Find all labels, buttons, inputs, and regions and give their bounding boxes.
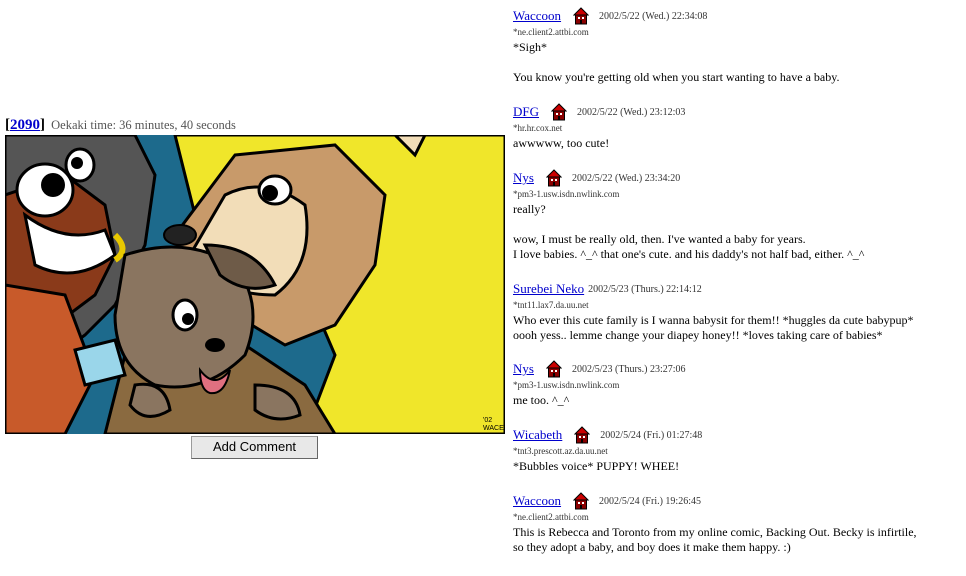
comment-host: *ne.client2.attbi.com	[513, 27, 589, 37]
comment-host: *pm3-1.usw.isdn.nwlink.com	[513, 189, 620, 199]
comment-line: *Bubbles voice* PUPPY! WHEE!	[513, 459, 680, 473]
comment-author-link[interactable]: DFG	[513, 104, 539, 120]
home-icon[interactable]	[545, 360, 562, 378]
comment: Surebei Neko 2002/5/23 (Thurs.) 22:14:12…	[513, 279, 963, 343]
comment-body: Who ever this cute family is I wanna bab…	[513, 313, 963, 343]
comment-host: *hr.hr.cox.net	[513, 123, 563, 133]
comment-author-link[interactable]: Surebei Neko	[513, 281, 584, 297]
comment-date: 2002/5/24 (Fri.) 01:27:48	[600, 429, 703, 441]
post-header: [2090] Oekaki time: 36 minutes, 40 secon…	[5, 117, 236, 134]
home-icon[interactable]	[573, 492, 590, 510]
comment-date: 2002/5/22 (Wed.) 22:34:08	[599, 10, 708, 22]
comment-body: awwwww, too cute!	[513, 136, 963, 151]
comment-author-link[interactable]: Waccoon	[513, 8, 561, 24]
comment-line: really?	[513, 202, 546, 216]
comment-date: 2002/5/24 (Fri.) 19:26:45	[599, 495, 701, 507]
comment-author-link[interactable]: Wicabeth	[513, 427, 562, 443]
comment-line: Who ever this cute family is I wanna bab…	[513, 313, 914, 327]
home-icon[interactable]	[545, 169, 562, 187]
comment-host: *tnt11.lax7.da.uu.net	[513, 300, 589, 310]
comment-line: wow, I must be really old, then. I've wa…	[513, 232, 806, 246]
comment: Nys 2002/5/23 (Thurs.) 23:27:06 *pm3-1.u…	[513, 359, 963, 408]
add-comment-button[interactable]: Add Comment	[191, 436, 318, 459]
comment-date: 2002/5/23 (Thurs.) 23:27:06	[571, 363, 686, 375]
comment: Waccoon 2002/5/22 (Wed.) 22:34:08 *ne.cl…	[513, 6, 963, 85]
comment: Wicabeth 2002/5/24 (Fri.) 01:27:48 *tnt3…	[513, 425, 963, 474]
comment-line: oooh yess.. lemme change your diapey hon…	[513, 328, 883, 342]
comment-line: You know you're getting old when you sta…	[513, 70, 840, 84]
comment-line: This is Rebecca and Toronto from my onli…	[513, 525, 917, 539]
oekaki-time: Oekaki time: 36 minutes, 40 seconds	[51, 118, 236, 132]
comment-body: *Sigh* You know you're getting old when …	[513, 40, 963, 85]
comment-date: 2002/5/23 (Thurs.) 22:14:12	[588, 283, 702, 295]
comment-line: *Sigh*	[513, 40, 548, 54]
home-icon[interactable]	[573, 7, 590, 25]
comment: Waccoon 2002/5/24 (Fri.) 19:26:45 *ne.cl…	[513, 491, 963, 555]
post-id-link[interactable]: 2090	[10, 117, 40, 133]
home-icon[interactable]	[574, 426, 591, 444]
comment-host: *tnt3.prescott.az.da.uu.net	[513, 446, 608, 456]
comment-author-link[interactable]: Nys	[513, 170, 534, 186]
comment-host: *ne.client2.attbi.com	[513, 512, 589, 522]
comment-body: me too. ^_^	[513, 393, 963, 408]
comment-author-link[interactable]: Nys	[513, 361, 534, 377]
comment: Nys 2002/5/22 (Wed.) 23:34:20 *pm3-1.usw…	[513, 168, 963, 262]
comment-line: awwwww, too cute!	[513, 136, 610, 150]
comment-body: This is Rebecca and Toronto from my onli…	[513, 525, 963, 555]
oekaki-drawing: '02 WACE	[5, 135, 505, 434]
comment-line: so they adopt a baby, and boy does it ma…	[513, 540, 791, 554]
comment-date: 2002/5/22 (Wed.) 23:12:03	[577, 106, 686, 118]
comment-line: I love babies. ^_^ that one's cute. and …	[513, 247, 865, 261]
comment-author-link[interactable]: Waccoon	[513, 493, 561, 509]
comment-body: *Bubbles voice* PUPPY! WHEE!	[513, 459, 963, 474]
home-icon[interactable]	[551, 103, 568, 121]
comment-line: me too. ^_^	[513, 393, 570, 407]
comment: DFG 2002/5/22 (Wed.) 23:12:03 *hr.hr.cox…	[513, 102, 963, 151]
comment-host: *pm3-1.usw.isdn.nwlink.com	[513, 380, 620, 390]
comment-date: 2002/5/22 (Wed.) 23:34:20	[571, 172, 681, 184]
post-id-bracket-close: ]	[40, 117, 45, 133]
comment-body: really? wow, I must be really old, then.…	[513, 202, 963, 262]
